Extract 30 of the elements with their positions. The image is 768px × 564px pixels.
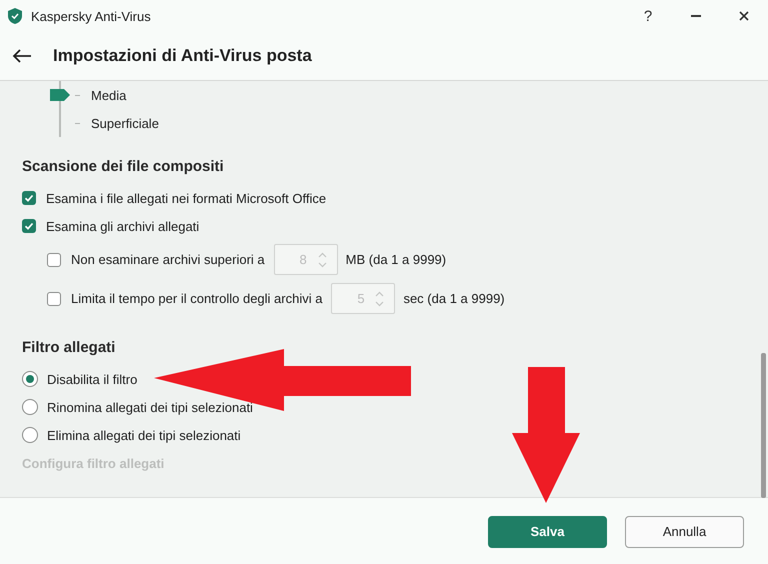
checkbox-label: Non esaminare archivi superiori a — [71, 252, 265, 267]
checkbox[interactable] — [22, 191, 36, 205]
shield-icon — [8, 8, 22, 24]
level-label[interactable]: Superficiale — [91, 116, 159, 130]
save-button[interactable]: Salva — [488, 516, 607, 548]
level-marker[interactable] — [50, 89, 70, 101]
radio-button[interactable] — [22, 427, 38, 443]
section-title: Filtro allegati — [22, 338, 116, 358]
level-label[interactable]: Media — [91, 88, 126, 102]
close-icon[interactable] — [739, 11, 749, 21]
scale-tick — [75, 122, 80, 124]
radio-label: Rinomina allegati dei tipi selezionati — [47, 400, 253, 414]
back-arrow-icon[interactable] — [12, 48, 32, 64]
checkbox-label: Esamina gli archivi allegati — [46, 218, 200, 234]
checkbox[interactable] — [22, 219, 36, 233]
window-title: Kaspersky Anti-Virus — [31, 8, 152, 24]
help-button[interactable]: ? — [624, 0, 672, 32]
page-title: Impostazioni di Anti-Virus posta — [53, 46, 312, 66]
unit-label: sec (da 1 a 9999) — [403, 291, 505, 306]
cancel-button[interactable]: Annulla — [625, 516, 744, 548]
radio-button[interactable] — [22, 371, 38, 387]
radio-button[interactable] — [22, 399, 38, 415]
checkbox-label: Esamina i file allegati nei formati Microsoft Office — [46, 190, 326, 206]
checkbox-label: Limita il tempo per il controllo degli archivi a — [71, 291, 322, 306]
section-title: Scansione dei file compositi — [22, 157, 225, 177]
scale-tick — [75, 94, 80, 96]
unit-label: MB (da 1 a 9999) — [346, 252, 446, 267]
scrollbar-thumb[interactable] — [761, 353, 766, 498]
radio-label: Disabilita il filtro — [47, 372, 138, 386]
radio-label: Elimina allegati dei tipi selezionati — [47, 428, 241, 442]
